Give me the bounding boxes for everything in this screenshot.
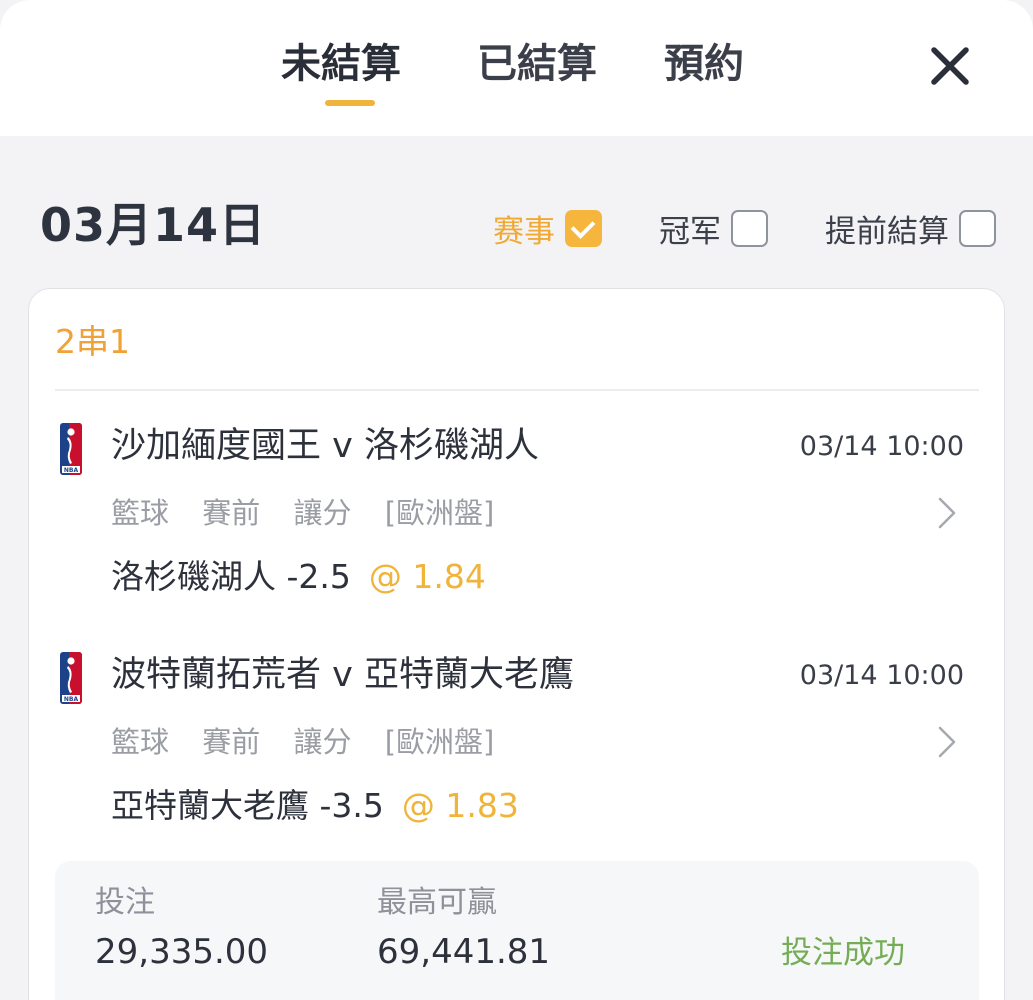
stake-label: 投注 bbox=[95, 885, 155, 920]
tab-settled[interactable]: 已結算 bbox=[477, 38, 597, 90]
sport-label: 籃球 bbox=[111, 496, 170, 530]
bet-status: 投注成功 bbox=[781, 935, 905, 971]
max-win-label: 最高可贏 bbox=[377, 885, 497, 920]
filter-match[interactable]: 赛事 bbox=[493, 206, 602, 250]
stake-value: 29,335.00 bbox=[95, 932, 269, 972]
match-time: 03/14 10:00 bbox=[799, 660, 964, 691]
nba-logo-icon: NBA bbox=[60, 423, 82, 475]
stage-label: 賽前 bbox=[202, 496, 261, 530]
market-info: 籃球 賽前 讓分 [歐洲盤] bbox=[111, 722, 510, 762]
filter-champion[interactable]: 冠军 bbox=[659, 206, 768, 250]
tab-reserved[interactable]: 預約 bbox=[664, 38, 744, 90]
odds-format-label: [歐洲盤] bbox=[384, 496, 495, 530]
pick-line: 亞特蘭大老鷹 -3.5 @ 1.83 bbox=[111, 784, 519, 828]
chevron-right-icon[interactable] bbox=[934, 722, 960, 762]
bet-type-label: 讓分 bbox=[293, 725, 352, 759]
check-icon[interactable] bbox=[565, 209, 602, 247]
header: 未結算 已結算 預約 bbox=[0, 0, 1033, 136]
chevron-right-icon[interactable] bbox=[934, 493, 960, 533]
parlay-type: 2串1 bbox=[55, 322, 130, 361]
close-icon bbox=[931, 47, 969, 85]
match-time: 03/14 10:00 bbox=[799, 431, 964, 462]
checkbox-early-settle[interactable] bbox=[959, 209, 996, 247]
pick-selection: 亞特蘭大老鷹 -3.5 bbox=[111, 786, 384, 825]
max-win-value: 69,441.81 bbox=[377, 932, 551, 972]
active-tab-indicator bbox=[325, 100, 375, 106]
filter-match-label: 赛事 bbox=[493, 213, 555, 250]
bet-type-label: 讓分 bbox=[293, 496, 352, 530]
bet-card[interactable]: 2串1 NBA 沙加緬度國王 v 洛杉磯湖人 03/14 10:00 籃球 賽前… bbox=[28, 288, 1005, 1000]
bet-summary: 投注 29,335.00 最高可贏 69,441.81 投注成功 bbox=[55, 861, 979, 1000]
bet-leg[interactable]: NBA 波特蘭拓荒者 v 亞特蘭大老鷹 03/14 10:00 籃球 賽前 讓分… bbox=[29, 652, 1006, 852]
match-title: 波特蘭拓荒者 v 亞特蘭大老鷹 bbox=[111, 655, 574, 695]
sport-label: 籃球 bbox=[111, 725, 170, 759]
divider bbox=[55, 389, 979, 391]
pick-selection: 洛杉磯湖人 -2.5 bbox=[111, 557, 351, 596]
odds-format-label: [歐洲盤] bbox=[384, 725, 495, 759]
svg-text:NBA: NBA bbox=[64, 696, 79, 703]
nba-logo-icon: NBA bbox=[60, 652, 82, 704]
filter-early-settle-label: 提前結算 bbox=[825, 213, 949, 250]
pick-odds: @ 1.83 bbox=[401, 786, 519, 825]
match-title: 沙加緬度國王 v 洛杉磯湖人 bbox=[111, 426, 539, 466]
stage-label: 賽前 bbox=[202, 725, 261, 759]
bet-records-sheet: 未結算 已結算 預約 03月14日 赛事 冠军 提前結算 2串1 NBA 沙加緬… bbox=[0, 0, 1033, 1000]
date-heading: 03月14日 bbox=[40, 198, 267, 252]
tab-unsettled[interactable]: 未結算 bbox=[281, 38, 401, 90]
pick-line: 洛杉磯湖人 -2.5 @ 1.84 bbox=[111, 555, 486, 599]
filter-champion-label: 冠军 bbox=[659, 213, 721, 250]
pick-odds: @ 1.84 bbox=[368, 557, 486, 596]
filter-early-settle[interactable]: 提前結算 bbox=[825, 206, 996, 250]
svg-text:NBA: NBA bbox=[64, 467, 79, 474]
bet-leg[interactable]: NBA 沙加緬度國王 v 洛杉磯湖人 03/14 10:00 籃球 賽前 讓分 … bbox=[29, 423, 1006, 623]
close-button[interactable] bbox=[922, 38, 978, 94]
checkbox-champion[interactable] bbox=[731, 209, 768, 247]
market-info: 籃球 賽前 讓分 [歐洲盤] bbox=[111, 493, 510, 533]
